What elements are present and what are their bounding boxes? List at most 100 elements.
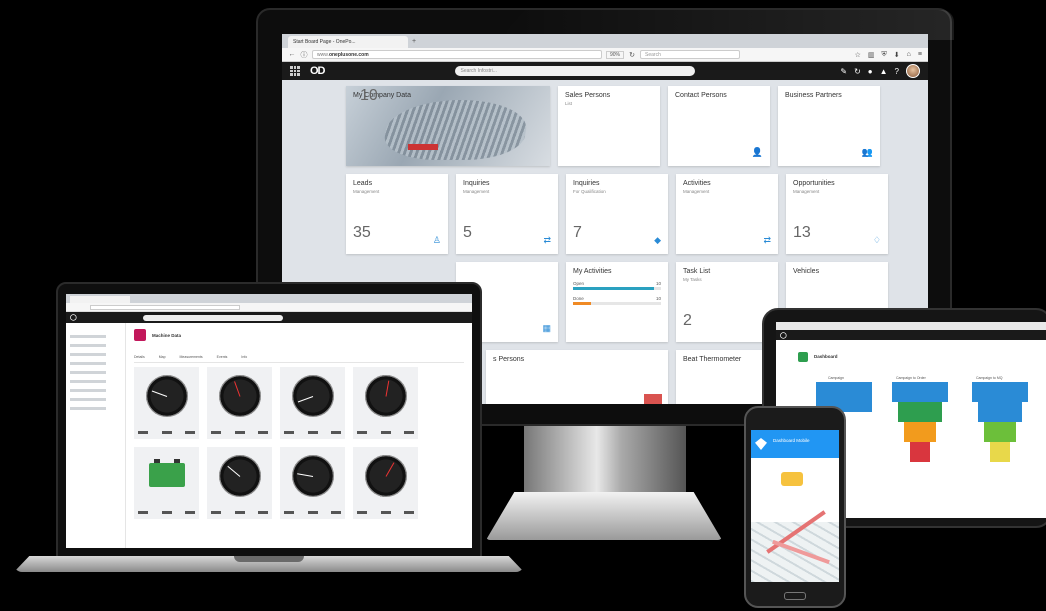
gauge-card[interactable] [134,447,199,519]
pencil-icon[interactable]: ✎ [840,67,847,76]
info-icon[interactable]: ⓘ [300,50,308,60]
sidebar-item[interactable] [70,335,106,338]
tile-inquiries[interactable]: Inquiries Management 5 ⇄ [456,174,558,254]
download-icon[interactable]: ⬇ [894,51,900,59]
gauge-card[interactable] [207,367,272,439]
app-search-input[interactable]: Search Infostri... [454,66,695,76]
tile-business-partners[interactable]: Business Partners 👥 [778,86,880,166]
new-tab-icon[interactable]: + [412,36,416,48]
sidebar-item[interactable] [70,398,106,401]
gauge-card[interactable] [280,367,345,439]
campaign-to-mq-funnel[interactable] [972,382,1028,462]
avatar[interactable] [906,64,920,78]
shield-icon[interactable]: ⛨ [882,51,887,59]
building-image [380,100,532,160]
person-icon: ♙ [432,235,441,245]
tile-value: 13 [793,224,811,241]
bell-icon[interactable]: ▲ [880,67,888,76]
tile-sales-persons[interactable]: Sales Persons List [558,86,660,166]
gauge-card[interactable] [207,447,272,519]
app-logo[interactable]: ◯ [70,314,77,321]
gauge-card[interactable] [353,447,418,519]
tile-title: Opportunities [793,180,835,187]
menu-icon[interactable]: ≡ [918,51,922,59]
progress-open: Open 10 [573,281,661,290]
tile-my-activities[interactable]: My Activities Open 10 Done 10 [566,262,668,342]
group-icon: 👥 [861,147,873,157]
tile-value: 35 [353,224,371,241]
tile-value: 7 [573,224,582,241]
tile-value: 10 [360,87,378,104]
tile-contact-persons[interactable]: Contact Persons 👤 [668,86,770,166]
refresh-icon[interactable]: ↻ [854,67,861,76]
warning-icon [781,472,803,486]
person-icon: 👤 [751,147,763,157]
gauge-card[interactable] [280,447,345,519]
help-icon[interactable]: ? [895,67,899,76]
tab[interactable]: Measurements [180,355,203,359]
sidebar-item[interactable] [70,371,106,374]
tile-my-company[interactable]: My Company Data 10 [346,86,550,166]
tile-title: Business Partners [785,92,842,99]
grid-icon[interactable] [290,66,300,76]
app-logo[interactable]: ◯ [780,332,787,339]
url-bar[interactable]: www.oneplusone.com [312,50,602,59]
laptop-tab[interactable] [70,296,130,303]
home-icon[interactable]: ⌂ [907,51,911,59]
laptop-screen: ◯ Machine Data Details Map Measurements … [66,294,472,548]
progress-value: 10 [655,281,661,286]
tachometer-icon [291,375,334,417]
tile-value: 2 [683,312,692,329]
tablet-app-header: ◯ [776,330,1046,340]
smartphone: Dashboard Mobile [744,406,846,608]
alert-button[interactable] [644,394,662,404]
tile-leads[interactable]: Leads Management 35 ♙ [346,174,448,254]
tile-subtitle: Management [683,189,710,194]
dashboard-title: Dashboard [814,354,838,359]
app-logo[interactable]: OD [310,65,325,77]
sidebar-item[interactable] [70,380,106,383]
tab[interactable]: Details [134,355,145,359]
tile-inquiries-qualification[interactable]: Inquiries For Qualification 7 ◆ [566,174,668,254]
phone-screen: Dashboard Mobile [751,430,839,582]
chevron-icon[interactable] [755,438,767,450]
laptop-body: Machine Data Details Map Measurements Ev… [66,323,472,548]
laptop-url-bar[interactable] [90,304,240,310]
user-icon[interactable]: ● [868,67,873,76]
diamond-icon: ♢ [872,235,881,245]
tab[interactable]: Info [241,355,247,359]
library-icon[interactable]: ▥ [868,51,875,59]
gauge-card[interactable] [134,367,199,439]
home-button[interactable] [784,592,806,600]
tab[interactable]: Events [217,355,228,359]
sidebar-item[interactable] [70,344,106,347]
sidebar-item[interactable] [70,362,106,365]
star-icon[interactable]: ☆ [855,51,861,59]
tab[interactable]: Map [159,355,166,359]
zoom-level[interactable]: 90% [606,50,625,59]
browser-search-input[interactable]: Search [640,50,741,59]
monitor-stand-neck [524,426,686,496]
laptop-toolbar [66,303,472,312]
laptop-tab-strip [66,294,472,303]
laptop-sidebar [66,323,126,548]
building-accent [408,144,438,150]
tile-title: Sales Persons [565,92,611,99]
progress-label: Open [573,281,585,286]
tile-activities[interactable]: Activities Management ⇄ [676,174,778,254]
gauge-card[interactable] [353,367,418,439]
sidebar-item[interactable] [70,389,106,392]
tile-subtitle: Management [793,189,820,194]
tile-sales-persons-table[interactable]: s Persons [486,350,668,404]
back-icon[interactable]: ← [288,51,296,58]
campaign-to-order-funnel[interactable] [892,382,948,462]
sidebar-item[interactable] [70,353,106,356]
tile-opportunities[interactable]: Opportunities Management 13 ♢ [786,174,888,254]
sidebar-item[interactable] [70,407,106,410]
url-domain: oneplusone.com [328,52,369,58]
laptop-search-input[interactable] [142,314,283,321]
browser-tab[interactable]: Start Board Page - OnePo... [288,36,408,48]
progress-fill [573,302,591,305]
tile-subtitle: List [565,101,573,106]
reload-icon[interactable]: ↻ [628,51,636,59]
